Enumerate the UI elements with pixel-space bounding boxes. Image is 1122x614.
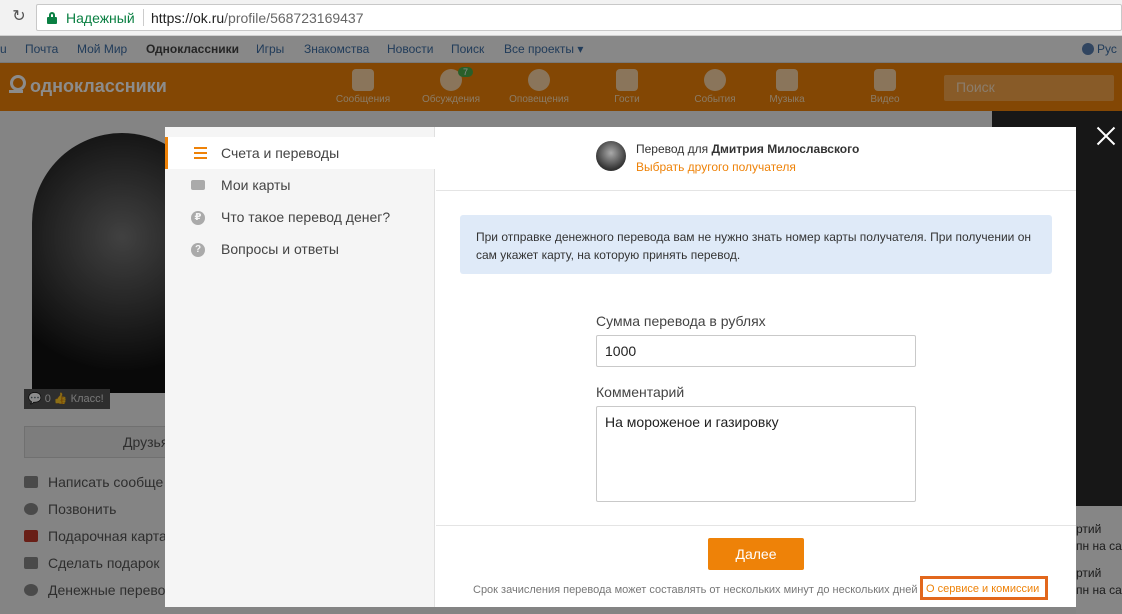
browser-toolbar: ↻ Надежный https://ok.ru/profile/5687231… xyxy=(0,0,1122,36)
reload-icon[interactable]: ↻ xyxy=(10,8,28,26)
next-button[interactable]: Далее xyxy=(708,538,804,570)
change-recipient-link[interactable]: Выбрать другого получателя xyxy=(636,160,796,174)
recipient-name: Дмитрия Милославского xyxy=(711,142,860,156)
address-bar[interactable]: Надежный https://ok.ru/profile/568723169… xyxy=(36,4,1122,31)
money-transfer-modal: Счета и переводы Мои карты ₽ Что такое п… xyxy=(165,127,1076,607)
comment-label: Комментарий xyxy=(596,384,685,400)
recipient-line: Перевод для Дмитрия Милославского xyxy=(636,142,860,156)
modal-sidebar: Счета и переводы Мои карты ₽ Что такое п… xyxy=(165,127,435,607)
info-banner: При отправке денежного перевода вам не н… xyxy=(460,215,1052,274)
url-text[interactable]: https://ok.ru/profile/568723169437 xyxy=(151,10,364,26)
url-divider xyxy=(143,9,144,26)
card-icon xyxy=(191,180,205,190)
question-icon: ? xyxy=(191,243,205,257)
comment-textarea[interactable]: На мороженое и газировку xyxy=(596,406,916,502)
service-commission-link[interactable]: О сервисе и комиссии xyxy=(920,576,1048,600)
modal-footer: Далее Срок зачисления перевода может сос… xyxy=(436,525,1076,607)
sidebar-item-label: Что такое перевод денег? xyxy=(221,209,391,225)
close-icon[interactable] xyxy=(1096,126,1116,146)
sidebar-item-accounts[interactable]: Счета и переводы xyxy=(165,137,435,169)
secure-label: Надежный xyxy=(66,10,135,26)
transfer-time-note: Срок зачисления перевода может составлят… xyxy=(473,584,918,596)
sidebar-item-label: Счета и переводы xyxy=(221,145,340,161)
ruble-icon: ₽ xyxy=(191,211,205,225)
sidebar-item-what-is-transfer[interactable]: ₽ Что такое перевод денег? xyxy=(165,201,435,233)
sidebar-item-cards[interactable]: Мои карты xyxy=(165,169,435,201)
recipient-header: Перевод для Дмитрия Милославского Выбрат… xyxy=(436,127,1076,191)
list-icon xyxy=(194,147,208,160)
recipient-avatar[interactable] xyxy=(596,141,626,171)
sidebar-item-label: Мои карты xyxy=(221,177,291,193)
sidebar-item-faq[interactable]: ? Вопросы и ответы xyxy=(165,233,435,265)
sidebar-item-label: Вопросы и ответы xyxy=(221,241,339,257)
lock-icon xyxy=(47,12,57,24)
amount-input[interactable]: 1000 xyxy=(596,335,916,367)
amount-label: Сумма перевода в рублях xyxy=(596,313,766,329)
